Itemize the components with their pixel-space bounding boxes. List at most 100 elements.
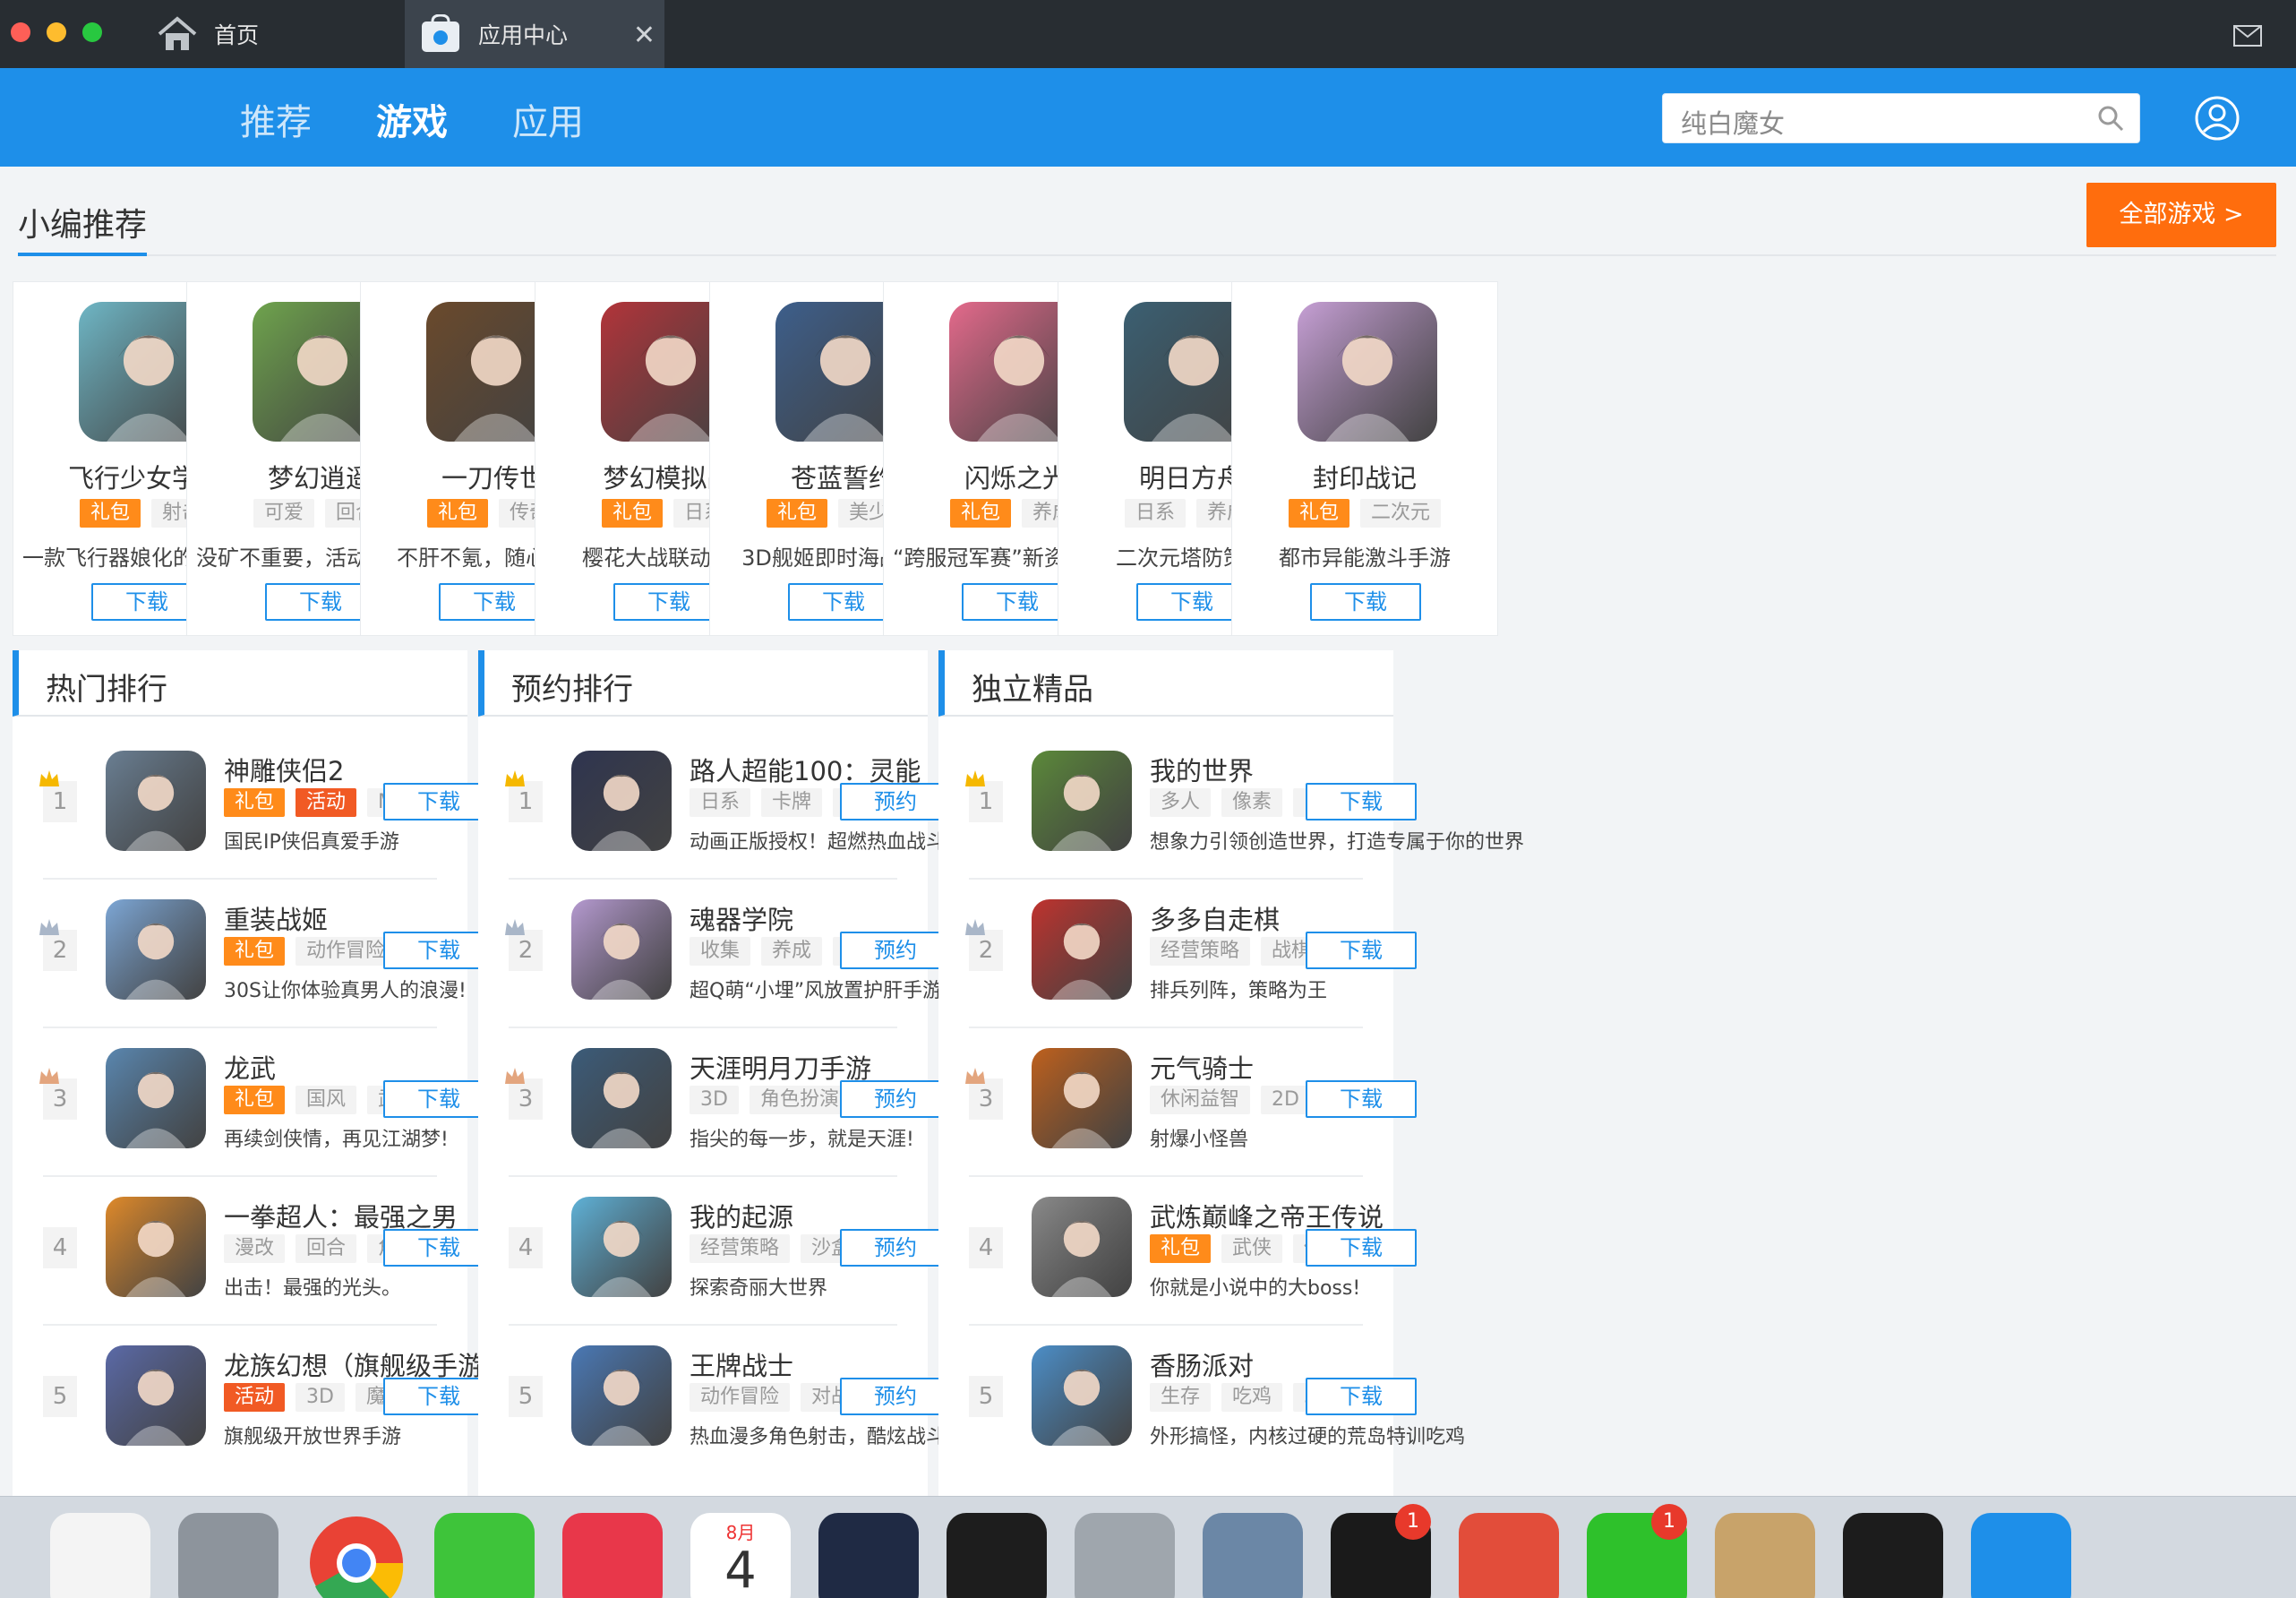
game-name[interactable]: 多多自走棋 [1150,899,1280,937]
game-name[interactable]: 重装战姬 [224,899,328,937]
nav-games[interactable]: 游戏 [376,93,448,145]
nav-apps[interactable]: 应用 [512,93,584,145]
cloud-terminal-icon[interactable] [818,1513,919,1598]
tag-badge: 日系 [690,788,751,817]
archive-icon[interactable] [1715,1513,1815,1598]
game-name[interactable]: 元气骑士 [1150,1048,1254,1086]
reserve-button[interactable]: 预约 [840,783,951,820]
reserve-button[interactable]: 预约 [840,932,951,969]
game-icon[interactable] [106,751,206,851]
disk-utility-icon[interactable] [1075,1513,1175,1598]
download-button[interactable]: 下载 [962,583,1073,621]
panel-header: 热门排行 [13,650,467,717]
game-tags: 礼包 二次元 [1232,499,1497,528]
ranking-row[interactable]: 1神雕侠侣2礼包活动MMORPG国民IP侠侣真爱手游下载 [13,731,494,880]
download-button[interactable]: 下载 [1310,583,1421,621]
ranking-row[interactable]: 1路人超能100：灵能日系卡牌剧情动画正版授权！超燃热血战斗预约 [478,731,951,880]
download-button[interactable]: 下载 [439,583,550,621]
ranking-row[interactable]: 4武炼巅峰之帝王传说礼包武侠休闲益智你就是小说中的大boss!下载 [938,1177,1417,1326]
game-icon[interactable] [106,899,206,1000]
ranking-row[interactable]: 5龙族幻想（旗舰级手游)活动3D魔幻旗舰级开放世界手游下载 [13,1326,494,1474]
zoom-window-button[interactable] [82,22,102,42]
search-icon[interactable] [2096,104,2125,136]
game-icon[interactable] [106,1345,206,1446]
ranking-row[interactable]: 2魂器学院收集养成放置超Q萌“小埋”风放置护肝手游~预约 [478,880,959,1028]
terminal-icon[interactable] [947,1513,1047,1598]
ranking-row[interactable]: 3元气骑士休闲益智2D像素射爆小怪兽下载 [938,1028,1417,1177]
close-tab-icon[interactable]: ✕ [633,20,655,51]
chrome-icon[interactable] [306,1513,407,1598]
photos-icon[interactable] [50,1513,150,1598]
reserve-button[interactable]: 预约 [840,1229,951,1267]
game-icon[interactable] [571,899,672,1000]
notification-badge: 1 [1395,1504,1431,1540]
all-games-button[interactable]: 全部游戏 > [2086,183,2276,247]
ranking-row[interactable]: 4一拳超人：最强之男漫改回合角色扮演出击！最强的光头。下载 [13,1177,494,1326]
ranking-row[interactable]: 3天涯明月刀手游3D角色扮演武侠指尖的每一步，就是天涯!预约 [478,1028,951,1177]
game-name[interactable]: 香肠派对 [1150,1345,1254,1383]
game-name[interactable]: 我的起源 [690,1197,793,1234]
close-window-button[interactable] [11,22,30,42]
download-button[interactable]: 下载 [1306,932,1417,969]
calendar-icon[interactable]: 8月 4 [690,1513,791,1598]
preview-icon[interactable] [1203,1513,1303,1598]
game-icon[interactable] [1032,1197,1132,1297]
qq-icon[interactable]: 1 [1331,1504,1431,1598]
creative-cloud-icon[interactable] [1459,1513,1559,1598]
nav-recommend[interactable]: 推荐 [240,93,312,145]
system-preferences-icon[interactable] [178,1513,278,1598]
tag-badge: 2D [1261,1086,1310,1114]
download-button[interactable]: 下载 [1306,783,1417,820]
game-icon[interactable] [571,1197,672,1297]
reserve-button[interactable]: 预约 [840,1080,951,1118]
game-name[interactable]: 神雕侠侣2 [224,751,344,788]
download-button[interactable]: 下载 [1306,1378,1417,1415]
ranking-panel: 热门排行 1神雕侠侣2礼包活动MMORPG国民IP侠侣真爱手游下载2重装战姬礼包动… [13,650,494,1501]
crown-icon [964,1066,987,1089]
search-input[interactable]: 纯白魔女 [1681,103,1785,141]
ranking-row[interactable]: 2重装战姬礼包动作冒险美少女30S让你体验真男人的浪漫!下载 [13,880,494,1028]
download-button[interactable]: 下载 [1306,1080,1417,1118]
game-icon[interactable] [571,1345,672,1446]
game-icon[interactable] [571,1048,672,1148]
wechat-icon[interactable] [434,1513,535,1598]
ranking-row[interactable]: 2多多自走棋经营策略战棋对战排兵列阵，策略为王下载 [938,880,1417,1028]
game-name[interactable]: 我的世界 [1150,751,1254,788]
download-button[interactable]: 下载 [613,583,724,621]
minimize-window-button[interactable] [47,22,66,42]
activity-monitor-icon[interactable] [1843,1513,1943,1598]
reserve-button[interactable]: 预约 [840,1378,951,1415]
search-box[interactable]: 纯白魔女 [1662,93,2140,143]
ranking-row[interactable]: 5王牌战士动作冒险对战射击热血漫多角色射击，酷炫战斗技能玩转战场预约 [478,1326,1064,1474]
game-name[interactable]: 龙武 [224,1048,276,1086]
ranking-row[interactable]: 1我的世界多人像素自由想象力引领创造世界，打造专属于你的世界下载 [938,731,1524,880]
game-icon[interactable] [1032,1345,1132,1446]
game-icon[interactable] [1032,899,1132,1000]
game-name[interactable]: 王牌战士 [690,1345,793,1383]
tag-badge: 经营策略 [1150,937,1251,966]
ranking-panel: 预约排行 1路人超能100：灵能日系卡牌剧情动画正版授权！超燃热血战斗预约2魂器学… [478,650,1064,1501]
game-icon[interactable] [571,751,672,851]
game-name[interactable]: 魂器学院 [690,899,793,937]
ranking-row[interactable]: 3龙武礼包国风武侠再续剑侠情，再见江湖梦!下载 [13,1028,494,1177]
tab-home[interactable]: 首页 [157,0,398,68]
mail-icon[interactable] [2233,25,2262,50]
game-icon[interactable] [1298,302,1437,442]
game-icon[interactable] [106,1197,206,1297]
game-description: 都市异能激斗手游 [1279,546,1451,571]
crown-icon [503,769,527,792]
ranking-row[interactable]: 5香肠派对生存吃鸡3D外形搞怪，内核过硬的荒岛特训吃鸡下载 [938,1326,1465,1474]
tag-badge: 礼包 [766,499,827,528]
tab-app-center[interactable]: 应用中心 ✕ [405,0,664,68]
game-icon[interactable] [1032,1048,1132,1148]
ranking-row[interactable]: 4 我的起源 经营策略 沙盒 探索奇丽大世界 预约 [478,1177,951,1326]
tag-badge: 休闲益智 [1150,1086,1251,1114]
app-center-icon[interactable] [1971,1513,2071,1598]
game-card[interactable]: 封印战记 礼包 二次元 都市异能激斗手游 下载 [1231,281,1498,636]
intellij-icon[interactable] [562,1513,663,1598]
game-icon[interactable] [1032,751,1132,851]
user-avatar-icon[interactable] [2194,95,2240,145]
game-icon[interactable] [106,1048,206,1148]
utorrent-icon[interactable]: 1 [1587,1504,1687,1598]
download-button[interactable]: 下载 [1306,1229,1417,1267]
